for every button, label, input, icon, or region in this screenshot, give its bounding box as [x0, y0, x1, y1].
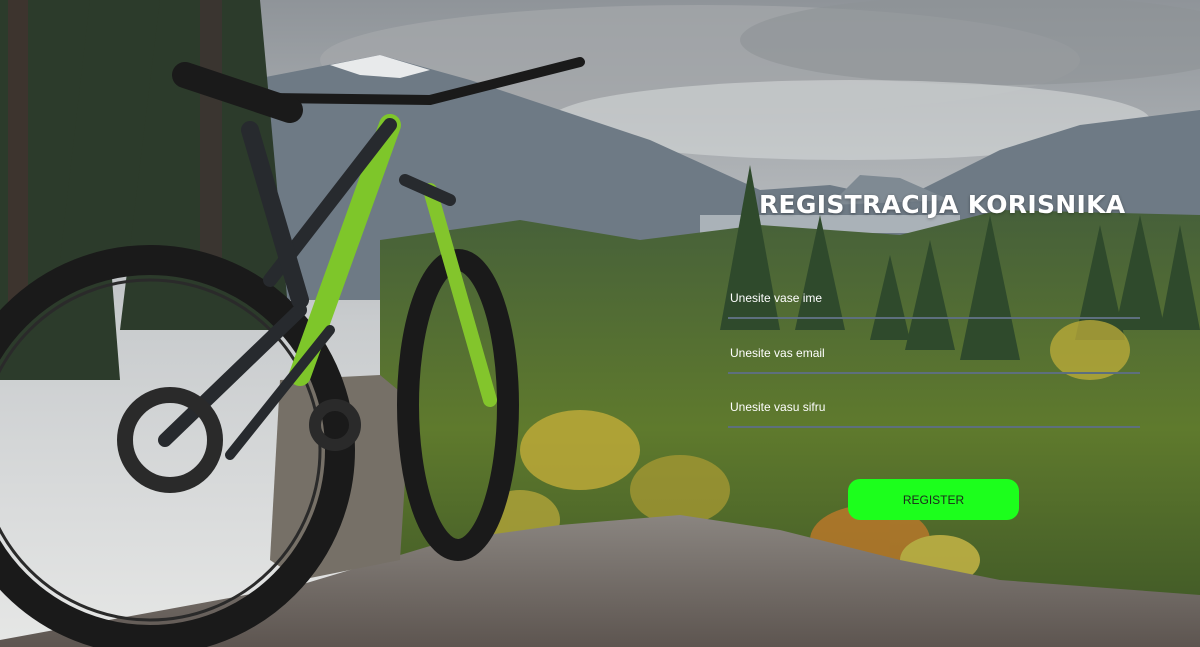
password-input[interactable] — [728, 398, 1140, 428]
background-photo — [0, 0, 1200, 647]
email-input[interactable] — [728, 344, 1140, 374]
register-button[interactable]: REGISTER — [848, 479, 1019, 520]
page-title: REGISTRACIJA KORISNIKA — [759, 190, 1126, 219]
name-field-wrapper — [728, 289, 1140, 319]
email-field-wrapper — [728, 344, 1140, 374]
password-field-wrapper — [728, 398, 1140, 428]
name-input[interactable] — [728, 289, 1140, 319]
